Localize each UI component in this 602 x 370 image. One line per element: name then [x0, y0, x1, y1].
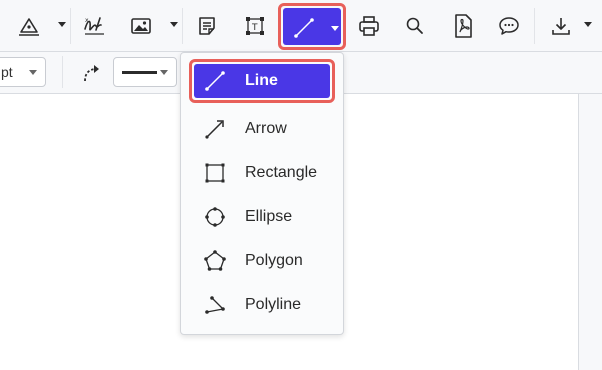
signature-icon: x: [84, 17, 104, 35]
scrollbar-track[interactable]: [578, 94, 602, 370]
font-size-value: pt: [1, 64, 13, 80]
chevron-down-icon: [160, 70, 168, 75]
download-icon: [552, 18, 570, 35]
draw-tool-dropdown-caret[interactable]: [58, 22, 66, 27]
chevron-down-icon[interactable]: [331, 26, 339, 31]
menu-item-label: Rectangle: [245, 164, 318, 181]
download-dropdown-caret[interactable]: [584, 22, 592, 27]
toolbar-divider: [182, 8, 183, 44]
pdf-button[interactable]: [446, 8, 480, 44]
menu-item-polygon[interactable]: Polygon: [189, 239, 335, 283]
toolbar-divider: [534, 8, 535, 44]
line-style-preview: [122, 71, 157, 74]
curved-arrow-icon: [84, 65, 99, 82]
pen-nib-icon: [19, 18, 39, 36]
svg-text:T: T: [251, 23, 258, 33]
main-toolbar: x T: [0, 0, 602, 52]
text-box-icon: T: [246, 17, 264, 35]
text-box-button[interactable]: T: [238, 8, 272, 44]
menu-item-polyline[interactable]: Polyline: [189, 283, 335, 327]
line-icon: [205, 71, 225, 91]
font-size-select[interactable]: pt: [0, 57, 46, 87]
menu-item-arrow[interactable]: Arrow: [189, 107, 335, 151]
line-icon: [294, 18, 314, 38]
line-end-style-button[interactable]: [80, 61, 104, 85]
search-icon: [406, 17, 423, 34]
menu-item-label: Polyline: [245, 296, 302, 313]
menu-item-line[interactable]: Line: [189, 59, 335, 103]
menu-item-label: Line: [245, 72, 278, 89]
ellipse-icon: [205, 207, 225, 227]
signature-button[interactable]: x: [78, 8, 112, 44]
line-style-select[interactable]: [113, 57, 177, 87]
toolbar-divider: [62, 56, 63, 88]
menu-item-ellipse[interactable]: Ellipse: [189, 195, 335, 239]
menu-item-label: Polygon: [245, 252, 303, 269]
menu-item-label: Ellipse: [245, 208, 293, 225]
note-button[interactable]: [190, 8, 224, 44]
print-button[interactable]: [352, 8, 386, 44]
print-icon: [359, 16, 379, 36]
image-icon: [131, 18, 151, 34]
toolbar-divider: [70, 8, 71, 44]
download-button[interactable]: [544, 8, 578, 44]
rectangle-icon: [205, 163, 225, 183]
shape-tool-button[interactable]: [278, 3, 346, 50]
comment-button[interactable]: [492, 8, 526, 44]
comment-icon: [499, 17, 519, 35]
draw-tool-button[interactable]: [12, 8, 46, 44]
svg-text:x: x: [85, 17, 89, 24]
polyline-icon: [205, 296, 225, 314]
polygon-icon: [204, 250, 226, 271]
image-dropdown-caret[interactable]: [170, 22, 178, 27]
arrow-icon: [205, 120, 224, 139]
note-icon: [199, 17, 215, 35]
pdf-icon: [455, 14, 472, 38]
menu-item-rectangle[interactable]: Rectangle: [189, 151, 335, 195]
menu-item-label: Arrow: [245, 120, 287, 137]
chevron-down-icon: [29, 70, 37, 75]
image-button[interactable]: [124, 8, 158, 44]
search-button[interactable]: [398, 8, 432, 44]
shape-dropdown-menu: Line Arrow Rectangle Ellipse Polygon Pol…: [180, 52, 344, 335]
